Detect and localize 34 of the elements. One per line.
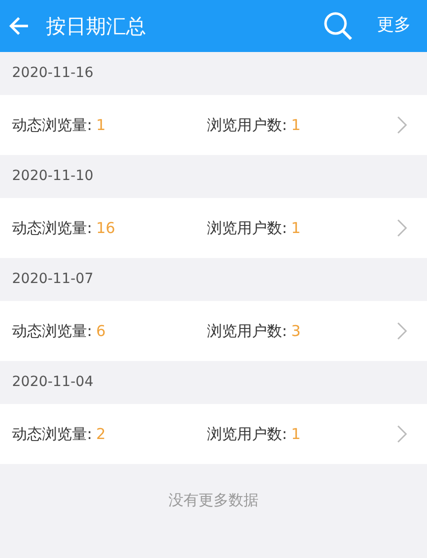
stat-label: 浏览用户数: — [207, 114, 288, 136]
stat-label: 动态浏览量: — [12, 218, 92, 239]
stats-row[interactable]: 动态浏览量: 1 浏览用户数: 1 — [0, 95, 427, 155]
stat-label: 浏览用户数: — [207, 218, 288, 239]
stats-row[interactable]: 动态浏览量: 2 浏览用户数: 1 — [0, 404, 427, 464]
date-header: 2020-11-04 — [12, 373, 94, 392]
stat-label: 浏览用户数: — [207, 320, 288, 342]
stat-label: 动态浏览量: — [12, 320, 92, 342]
chevron-right-icon — [397, 219, 407, 237]
stat-value: 1 — [291, 114, 301, 136]
stat-value: 1 — [291, 218, 301, 239]
date-header: 2020-11-16 — [12, 64, 94, 83]
no-more-data-text: 没有更多数据 — [168, 491, 258, 509]
search-icon — [323, 11, 353, 41]
stat-value: 6 — [96, 320, 106, 342]
stat-value: 1 — [291, 424, 301, 445]
stat-value: 3 — [291, 320, 301, 342]
back-arrow-icon — [8, 15, 30, 37]
stat-label: 浏览用户数: — [207, 424, 288, 445]
date-header: 2020-11-10 — [12, 167, 94, 186]
stat-value: 16 — [96, 218, 116, 239]
chevron-right-icon — [397, 116, 407, 134]
chevron-right-icon — [397, 425, 407, 443]
chevron-right-icon — [397, 322, 407, 340]
stat-value: 1 — [96, 114, 106, 136]
stats-row[interactable]: 动态浏览量: 16 浏览用户数: 1 — [0, 198, 427, 258]
date-header: 2020-11-07 — [12, 270, 94, 289]
stat-label: 动态浏览量: — [12, 424, 92, 445]
stat-value: 2 — [96, 424, 106, 445]
page-title: 按日期汇总 — [46, 13, 146, 40]
search-button[interactable] — [323, 11, 353, 41]
stats-row[interactable]: 动态浏览量: 6 浏览用户数: 3 — [0, 301, 427, 361]
stat-label: 动态浏览量: — [12, 114, 92, 136]
back-button[interactable] — [8, 15, 30, 37]
